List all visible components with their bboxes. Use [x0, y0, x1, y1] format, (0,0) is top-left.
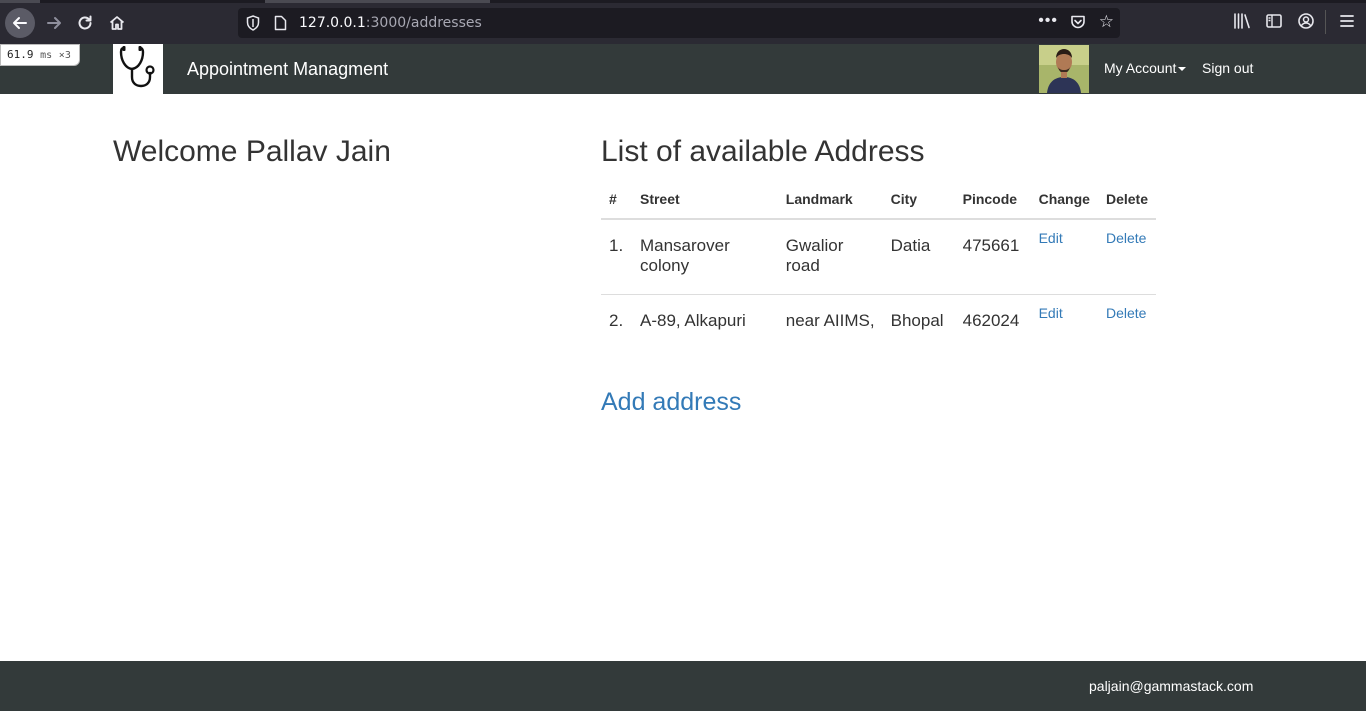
edit-link[interactable]: Edit [1039, 230, 1063, 246]
pincode-cell: 475661 [962, 236, 1020, 255]
address-table: # Street Landmark City Pincode Change De… [601, 180, 1156, 349]
my-account-dropdown[interactable]: My Account [1104, 60, 1187, 76]
shield-icon[interactable] [246, 15, 260, 36]
app-navbar: Appointment Managment My Account Sign ou… [0, 44, 1366, 94]
pincode-cell: 462024 [954, 294, 1031, 349]
column-header-change: Change [1030, 180, 1098, 220]
landmark-cell: Gwalior road [785, 236, 844, 275]
sidebar-icon[interactable] [1265, 12, 1283, 35]
city-cell: Bhopal [882, 294, 955, 349]
add-address-link[interactable]: Add address [601, 388, 741, 417]
brand-logo[interactable] [113, 44, 163, 94]
timing-badge: 61.9 ms ×3 [0, 44, 80, 66]
library-icon[interactable] [1233, 12, 1251, 35]
delete-cell: Delete [1097, 294, 1156, 349]
pocket-icon[interactable] [1070, 14, 1086, 35]
change-cell: Edit [1031, 219, 1098, 295]
back-arrow-icon[interactable] [5, 8, 35, 38]
url-bar[interactable]: 127.0.0.1:3000/addresses ••• ☆ [238, 8, 1120, 38]
welcome-heading: Welcome Pallav Jain [113, 135, 391, 168]
stethoscope-icon [116, 44, 160, 95]
avatar [1039, 45, 1089, 93]
url-path: :3000/addresses [365, 15, 482, 31]
delete-link[interactable]: Delete [1106, 305, 1146, 321]
timing-value: 61.9 [7, 48, 34, 61]
footer-email: paljain@gammastack.com [1089, 678, 1254, 694]
column-header-delete: Delete [1097, 180, 1156, 220]
sign-out-link[interactable]: Sign out [1202, 60, 1253, 76]
browser-toolbar: 127.0.0.1:3000/addresses ••• ☆ [0, 0, 1366, 44]
hamburger-menu-icon[interactable] [1338, 12, 1356, 35]
reload-icon[interactable] [70, 8, 100, 38]
delete-cell: Delete [1098, 219, 1156, 295]
timing-count: ×3 [58, 50, 71, 61]
tab-indicator[interactable] [265, 0, 490, 3]
column-header-number: # [601, 180, 632, 220]
tab-strip [0, 0, 1366, 3]
column-header-street: Street [631, 180, 778, 220]
brand-name[interactable]: Appointment Managment [187, 59, 388, 80]
change-cell: Edit [1030, 294, 1098, 349]
street-cell: A-89, Alkapuri [631, 294, 778, 349]
my-account-label: My Account [1104, 60, 1177, 76]
edit-link[interactable]: Edit [1039, 305, 1063, 321]
page-icon [274, 15, 287, 36]
footer: paljain@gammastack.com [0, 661, 1366, 711]
delete-link[interactable]: Delete [1106, 230, 1146, 246]
column-header-landmark: Landmark [777, 180, 883, 220]
table-row: 2. A-89, Alkapuri near AIIMS, Bhopal 462… [601, 294, 1156, 349]
more-dots-icon[interactable]: ••• [1038, 12, 1058, 30]
account-icon[interactable] [1297, 12, 1315, 35]
url-host: 127.0.0.1 [299, 15, 366, 31]
url-text[interactable]: 127.0.0.1:3000/addresses [299, 15, 482, 31]
home-icon[interactable] [102, 8, 132, 38]
row-number: 2. [601, 294, 632, 349]
forward-arrow-icon[interactable] [39, 8, 69, 38]
column-header-pincode: Pincode [954, 180, 1031, 220]
city-cell: Datia [890, 236, 931, 255]
street-cell: Mansarover colony [639, 236, 730, 275]
toolbar-divider [1325, 10, 1326, 34]
page-title: List of available Address [601, 135, 925, 168]
landmark-cell: near AIIMS, [777, 294, 883, 349]
table-row: 1. Mansarover colony Gwalior road Datia … [601, 219, 1156, 295]
table-header-row: # Street Landmark City Pincode Change De… [601, 180, 1156, 220]
row-number: 1. [609, 236, 624, 255]
bookmark-star-icon[interactable]: ☆ [1099, 12, 1114, 32]
timing-unit: ms [40, 50, 53, 61]
column-header-city: City [882, 180, 955, 220]
tab-indicator[interactable] [0, 0, 40, 3]
chevron-down-icon [1178, 67, 1187, 72]
